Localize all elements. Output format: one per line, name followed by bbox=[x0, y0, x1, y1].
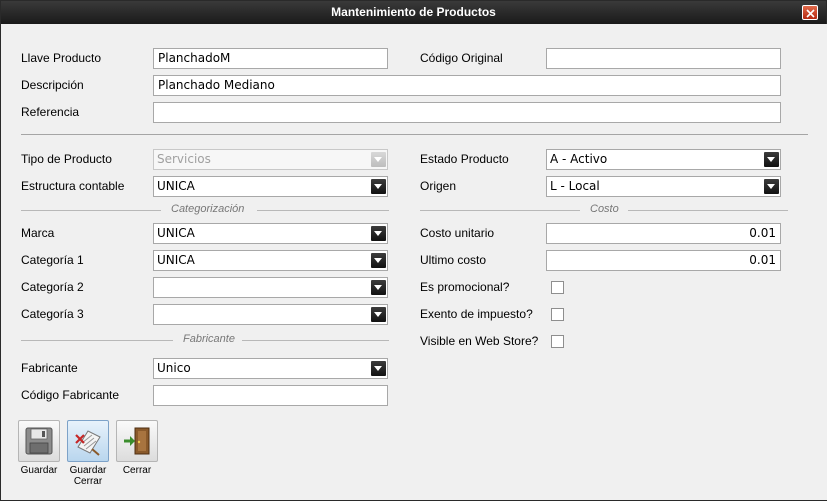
costo-unitario-label: Costo unitario bbox=[420, 226, 495, 240]
tipo-producto-label: Tipo de Producto bbox=[21, 152, 112, 166]
fabricante-section-title: Fabricante bbox=[183, 333, 235, 345]
guardar-cerrar-label-line1: Guardar bbox=[69, 465, 107, 476]
window-title: Mantenimiento de Productos bbox=[331, 5, 496, 19]
codigo-original-input[interactable] bbox=[546, 48, 781, 69]
tipo-producto-value: Servicios bbox=[157, 152, 211, 166]
close-window-button[interactable] bbox=[802, 5, 818, 20]
ultimo-costo-label: Ultimo costo bbox=[420, 253, 487, 267]
costo-unitario-input[interactable]: 0.01 bbox=[546, 223, 781, 244]
chevron-down-icon[interactable] bbox=[764, 152, 779, 167]
section-divider bbox=[242, 340, 389, 341]
es-promocional-checkbox[interactable] bbox=[551, 281, 564, 294]
fabricante-select[interactable]: Unico bbox=[153, 358, 388, 379]
chevron-down-icon[interactable] bbox=[764, 179, 779, 194]
section-divider bbox=[420, 210, 580, 211]
form-content: Llave Producto PlanchadoM Código Origina… bbox=[2, 24, 827, 500]
descripcion-label: Descripción bbox=[21, 78, 84, 92]
section-divider bbox=[257, 210, 389, 211]
close-icon bbox=[806, 9, 815, 18]
categoria1-value: UNICA bbox=[157, 253, 195, 267]
visible-web-store-label: Visible en Web Store? bbox=[420, 334, 539, 348]
chevron-down-icon[interactable] bbox=[371, 253, 386, 268]
chevron-down-icon[interactable] bbox=[371, 179, 386, 194]
marca-value: UNICA bbox=[157, 226, 195, 240]
exento-impuesto-label: Exento de impuesto? bbox=[420, 307, 533, 321]
costo-section-title: Costo bbox=[590, 203, 619, 215]
chevron-down-icon bbox=[371, 152, 386, 167]
floppy-disk-icon bbox=[25, 427, 53, 455]
section-divider bbox=[21, 210, 161, 211]
ultimo-costo-input[interactable]: 0.01 bbox=[546, 250, 781, 271]
codigo-fabricante-label: Código Fabricante bbox=[21, 388, 120, 402]
guardar-label: Guardar bbox=[20, 465, 58, 476]
llave-producto-input[interactable]: PlanchadoM bbox=[153, 48, 388, 69]
exit-door-icon bbox=[124, 427, 150, 455]
llave-producto-label: Llave Producto bbox=[21, 51, 102, 65]
section-divider bbox=[628, 210, 788, 211]
chevron-down-icon[interactable] bbox=[371, 307, 386, 322]
estado-producto-label: Estado Producto bbox=[420, 152, 509, 166]
origen-select[interactable]: L - Local bbox=[546, 176, 781, 197]
guardar-cerrar-label: Guardar Cerrar bbox=[62, 465, 114, 487]
estado-producto-select[interactable]: A - Activo bbox=[546, 149, 781, 170]
divider bbox=[21, 134, 808, 135]
window-titlebar: Mantenimiento de Productos bbox=[1, 1, 826, 24]
chevron-down-icon[interactable] bbox=[371, 226, 386, 241]
cerrar-label: Cerrar bbox=[122, 465, 152, 476]
referencia-label: Referencia bbox=[21, 105, 80, 119]
marca-select[interactable]: UNICA bbox=[153, 223, 388, 244]
estado-producto-value: A - Activo bbox=[550, 152, 608, 166]
origen-label: Origen bbox=[420, 179, 457, 193]
visible-web-store-checkbox[interactable] bbox=[551, 335, 564, 348]
categoria3-label: Categoría 3 bbox=[21, 307, 84, 321]
chevron-down-icon[interactable] bbox=[371, 361, 386, 376]
estructura-contable-select[interactable]: UNICA bbox=[153, 176, 388, 197]
fabricante-label: Fabricante bbox=[21, 361, 78, 375]
descripcion-input[interactable]: Planchado Mediano bbox=[153, 75, 781, 96]
chevron-down-icon[interactable] bbox=[371, 280, 386, 295]
referencia-input[interactable] bbox=[153, 102, 781, 123]
estructura-contable-label: Estructura contable bbox=[21, 179, 125, 193]
categoria3-select[interactable] bbox=[153, 304, 388, 325]
cerrar-button[interactable] bbox=[116, 420, 158, 462]
es-promocional-label: Es promocional? bbox=[420, 280, 510, 294]
categoria1-label: Categoría 1 bbox=[21, 253, 84, 267]
section-divider bbox=[21, 340, 173, 341]
tipo-producto-select: Servicios bbox=[153, 149, 388, 170]
origen-value: L - Local bbox=[550, 179, 600, 193]
categorizacion-section-title: Categorización bbox=[171, 203, 245, 215]
categoria2-label: Categoría 2 bbox=[21, 280, 84, 294]
marca-label: Marca bbox=[21, 226, 55, 240]
exento-impuesto-checkbox[interactable] bbox=[551, 308, 564, 321]
product-maintenance-window: Mantenimiento de Productos Llave Product… bbox=[0, 0, 827, 501]
fabricante-value: Unico bbox=[157, 361, 191, 375]
save-close-icon bbox=[75, 430, 101, 456]
guardar-button[interactable] bbox=[18, 420, 60, 462]
categoria2-select[interactable] bbox=[153, 277, 388, 298]
codigo-original-label: Código Original bbox=[420, 51, 503, 65]
categoria1-select[interactable]: UNICA bbox=[153, 250, 388, 271]
guardar-cerrar-label-line2: Cerrar bbox=[73, 476, 103, 487]
codigo-fabricante-input[interactable] bbox=[153, 385, 388, 406]
estructura-contable-value: UNICA bbox=[157, 179, 195, 193]
guardar-cerrar-button[interactable] bbox=[67, 420, 109, 462]
